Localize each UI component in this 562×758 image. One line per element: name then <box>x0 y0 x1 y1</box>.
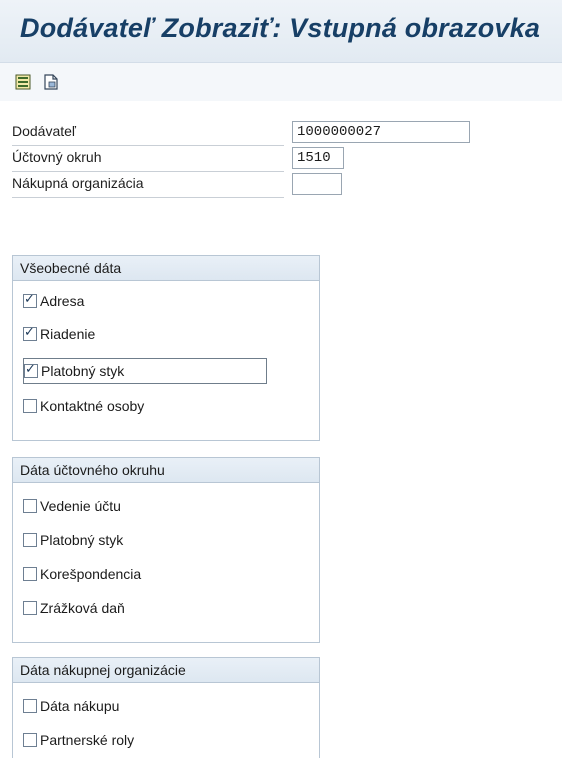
general-data-header: Všeobecné dáta <box>13 256 319 281</box>
address-checkbox[interactable]: Adresa <box>23 289 84 313</box>
vendor-label: Dodávateľ <box>12 123 77 139</box>
control-checkbox[interactable]: Riadenie <box>23 322 95 346</box>
checkbox-box[interactable] <box>23 325 37 341</box>
checkbox-label: Adresa <box>40 293 85 309</box>
purchasing-org-input[interactable] <box>292 173 342 195</box>
title-bar: Dodávateľ Zobraziť: Vstupná obrazovka <box>0 0 562 63</box>
checkbox-label: Vedenie účtu <box>40 498 121 514</box>
vendor-input[interactable] <box>292 121 470 143</box>
checkbox-box[interactable] <box>23 499 37 513</box>
checkbox-box[interactable] <box>23 567 37 581</box>
divider <box>12 145 284 146</box>
checkbox-label: Riadenie <box>40 326 96 342</box>
checkbox-label: Platobný styk <box>40 532 124 548</box>
company-code-input[interactable] <box>292 147 344 169</box>
checkbox-box[interactable] <box>23 292 37 308</box>
checkbox-box[interactable] <box>23 733 37 747</box>
company-payment-transactions-checkbox[interactable]: Platobný styk <box>23 528 123 552</box>
partner-roles-checkbox[interactable]: Partnerské roly <box>23 728 134 752</box>
checkbox-box[interactable] <box>23 533 37 547</box>
checkbox-label: Korešpondencia <box>40 566 142 582</box>
withholding-tax-checkbox[interactable]: Zrážková daň <box>23 596 125 620</box>
checkbox-label: Kontaktné osoby <box>40 398 145 414</box>
divider <box>12 197 284 198</box>
list-document-icon[interactable] <box>12 71 34 93</box>
purchasing-org-data-header: Dáta nákupnej organizácie <box>13 658 319 683</box>
page-title: Dodávateľ Zobraziť: Vstupná obrazovka <box>20 13 541 43</box>
general-data-group: Všeobecné dáta Adresa Riadenie Platobný … <box>12 255 320 441</box>
correspondence-checkbox[interactable]: Korešpondencia <box>23 562 141 586</box>
divider <box>12 171 284 172</box>
application-toolbar <box>0 63 562 102</box>
checkbox-box[interactable] <box>23 399 37 413</box>
payment-transactions-checkbox[interactable]: Platobný styk <box>23 358 267 384</box>
purchasing-data-checkbox[interactable]: Dáta nákupu <box>23 694 119 718</box>
checkbox-label: Dáta nákupu <box>40 698 120 714</box>
document-icon[interactable] <box>40 71 62 93</box>
account-management-checkbox[interactable]: Vedenie účtu <box>23 494 121 518</box>
checkbox-box[interactable] <box>23 699 37 713</box>
checkbox-box[interactable] <box>24 362 38 378</box>
checkbox-box[interactable] <box>23 601 37 615</box>
checkbox-label: Platobný styk <box>41 363 125 379</box>
company-code-data-group: Dáta účtovného okruhu Vedenie účtu Plato… <box>12 457 320 643</box>
company-code-label: Účtovný okruh <box>12 149 102 165</box>
purchasing-org-label: Nákupná organizácia <box>12 175 144 191</box>
main-content: Dodávateľ Účtovný okruh Nákupná organizá… <box>0 101 562 758</box>
purchasing-org-data-group: Dáta nákupnej organizácie Dáta nákupu Pa… <box>12 657 320 758</box>
checkbox-label: Zrážková daň <box>40 600 125 616</box>
checkbox-label: Partnerské roly <box>40 732 135 748</box>
company-code-data-header: Dáta účtovného okruhu <box>13 458 319 483</box>
contact-persons-checkbox[interactable]: Kontaktné osoby <box>23 394 144 418</box>
